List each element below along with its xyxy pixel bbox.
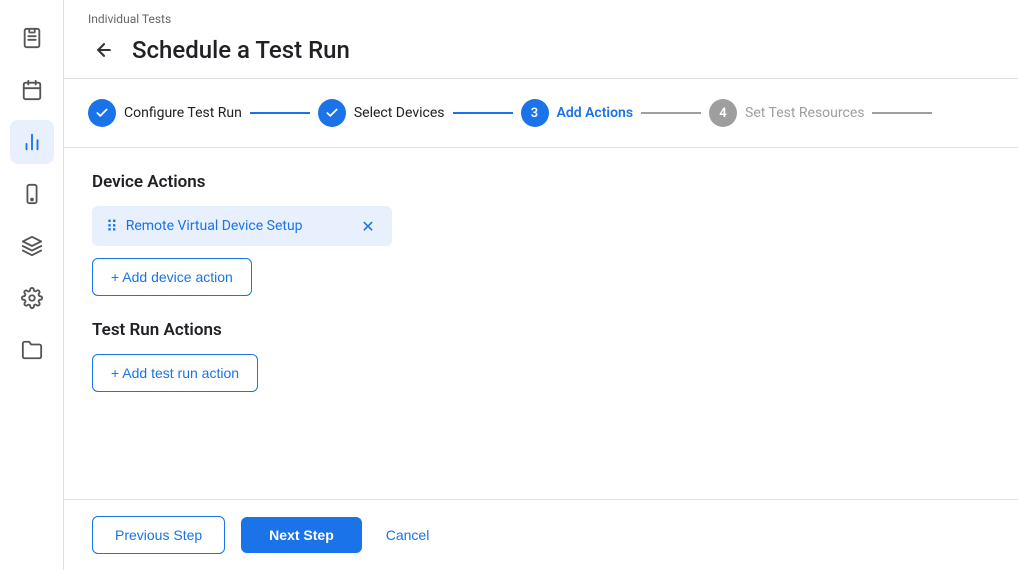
- sidebar-item-clipboard[interactable]: [10, 16, 54, 60]
- step-configure: Configure Test Run: [88, 99, 242, 127]
- next-step-button[interactable]: Next Step: [241, 517, 362, 553]
- steps-bar: Configure Test Run Select Devices 3 Add …: [64, 79, 1018, 148]
- device-actions-title: Device Actions: [92, 172, 990, 192]
- step-4-circle: 4: [709, 99, 737, 127]
- step-set-resources: 4 Set Test Resources: [709, 99, 864, 127]
- test-run-actions-title: Test Run Actions: [92, 320, 990, 340]
- step-3-label: Add Actions: [557, 105, 634, 121]
- step-3-circle: 3: [521, 99, 549, 127]
- content-area: Device Actions ⠿ Remote Virtual Device S…: [64, 148, 1018, 499]
- step-add-actions: 3 Add Actions: [521, 99, 634, 127]
- main-content: Individual Tests Schedule a Test Run Con…: [64, 0, 1018, 570]
- sidebar-item-folder[interactable]: [10, 328, 54, 372]
- header: Individual Tests Schedule a Test Run: [64, 0, 1018, 79]
- sidebar-item-phone[interactable]: [10, 172, 54, 216]
- step-divider-1: [250, 112, 310, 114]
- previous-step-button[interactable]: Previous Step: [92, 516, 225, 554]
- sidebar-item-chart[interactable]: [10, 120, 54, 164]
- step-divider-3: [641, 112, 701, 114]
- breadcrumb: Individual Tests: [88, 12, 994, 26]
- cancel-button[interactable]: Cancel: [378, 517, 438, 553]
- step-1-label: Configure Test Run: [124, 105, 242, 121]
- sidebar: [0, 0, 64, 570]
- step-2-circle: [318, 99, 346, 127]
- device-action-chip: ⠿ Remote Virtual Device Setup ✕: [92, 206, 392, 246]
- step-1-circle: [88, 99, 116, 127]
- add-device-action-button[interactable]: + Add device action: [92, 258, 252, 296]
- step-divider-2: [453, 112, 513, 114]
- drag-icon[interactable]: ⠿: [106, 217, 118, 236]
- remove-device-action-button[interactable]: ✕: [358, 216, 378, 236]
- sidebar-item-calendar[interactable]: [10, 68, 54, 112]
- page-title: Schedule a Test Run: [132, 36, 350, 64]
- sidebar-item-settings[interactable]: [10, 276, 54, 320]
- step-2-label: Select Devices: [354, 105, 445, 121]
- sidebar-item-layers[interactable]: [10, 224, 54, 268]
- step-select-devices: Select Devices: [318, 99, 445, 127]
- device-action-label: Remote Virtual Device Setup: [126, 218, 350, 234]
- add-test-run-action-button[interactable]: + Add test run action: [92, 354, 258, 392]
- footer: Previous Step Next Step Cancel: [64, 499, 1018, 570]
- step-4-label: Set Test Resources: [745, 105, 864, 121]
- back-button[interactable]: [88, 34, 120, 66]
- step-divider-4: [872, 112, 932, 114]
